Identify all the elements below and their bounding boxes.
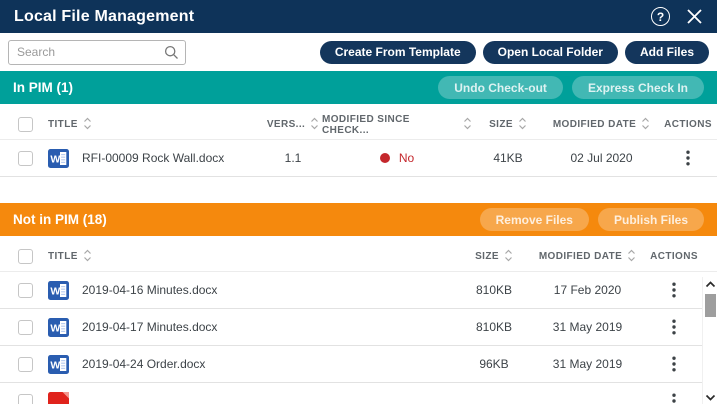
word-file-icon: W [48,281,69,300]
not-in-pim-table-header: TITLE SIZE MODIFIED DATE ACTIONS [0,242,717,272]
toolbar: Create From Template Open Local Folder A… [0,33,717,71]
kebab-menu-icon[interactable] [659,146,717,170]
word-file-icon: W [48,149,69,168]
sort-icon [83,117,92,133]
add-files-button[interactable]: Add Files [625,41,709,64]
file-size: 810KB [458,283,530,297]
select-all-checkbox[interactable] [18,249,33,264]
publish-files-button[interactable]: Publish Files [598,208,704,231]
local-file-management-dialog: Local File Management ? Create From Temp… [0,0,717,404]
undo-checkout-button[interactable]: Undo Check-out [438,76,563,99]
row-checkbox[interactable] [18,151,33,166]
file-version: 1.1 [264,151,322,165]
file-size: 41KB [472,151,544,165]
table-row: W 2019-04-16 Minutes.docx 810KB 17 Feb 2… [0,272,717,309]
svg-text:W: W [50,285,60,297]
table-row [0,383,717,404]
column-header-version[interactable]: VERS... [264,117,322,133]
table-row: W 2019-04-24 Order.docx 96KB 31 May 2019 [0,346,717,383]
help-icon[interactable]: ? [651,7,670,26]
create-from-template-button[interactable]: Create From Template [320,41,476,64]
svg-text:W: W [50,359,60,371]
pdf-file-icon [48,392,69,404]
open-local-folder-button[interactable]: Open Local Folder [483,41,618,64]
sort-icon [310,117,319,133]
modified-since-value: No [399,151,414,165]
scroll-up-button[interactable] [703,277,717,291]
search-input[interactable] [8,40,186,65]
file-modified-date: 31 May 2019 [530,320,645,334]
file-title: 2019-04-16 Minutes.docx [82,283,217,297]
word-file-icon: W [48,318,69,337]
not-in-pim-table: TITLE SIZE MODIFIED DATE ACTIONS W 2019-… [0,236,717,404]
column-header-title[interactable]: TITLE [48,249,458,265]
not-in-pim-title: Not in PIM (18) [13,212,471,227]
in-pim-section-header: In PIM (1) Undo Check-out Express Check … [0,71,717,104]
table-row: W RFI-00009 Rock Wall.docx 1.1 No 41KB 0… [0,140,717,177]
row-checkbox[interactable] [18,357,33,372]
not-in-pim-section-header: Not in PIM (18) Remove Files Publish Fil… [0,203,717,236]
row-checkbox[interactable] [18,394,33,404]
file-modified-date: 02 Jul 2020 [544,151,659,165]
dialog-titlebar: Local File Management ? [0,0,717,33]
file-size: 96KB [458,357,530,371]
kebab-menu-icon[interactable] [645,389,703,404]
column-header-title[interactable]: TITLE [48,117,264,133]
vertical-scrollbar[interactable] [702,277,717,404]
row-checkbox[interactable] [18,283,33,298]
column-header-modified-date[interactable]: MODIFIED DATE [530,249,645,265]
file-modified-date: 31 May 2019 [530,357,645,371]
scroll-down-button[interactable] [703,390,717,404]
sort-icon [504,249,513,265]
table-row: W 2019-04-17 Minutes.docx 810KB 31 May 2… [0,309,717,346]
file-size: 810KB [458,320,530,334]
kebab-menu-icon[interactable] [645,352,703,376]
status-dot [380,153,390,163]
column-header-size[interactable]: SIZE [458,249,530,265]
file-title: RFI-00009 Rock Wall.docx [82,151,224,165]
column-header-size[interactable]: SIZE [472,117,544,133]
search-icon [164,45,179,65]
file-modified-date: 17 Feb 2020 [530,283,645,297]
sort-icon [641,117,650,133]
select-all-checkbox[interactable] [18,117,33,132]
file-title: 2019-04-24 Order.docx [82,357,205,371]
close-icon[interactable] [686,8,703,25]
file-title: 2019-04-17 Minutes.docx [82,320,217,334]
word-file-icon: W [48,355,69,374]
dialog-title: Local File Management [14,8,651,26]
svg-text:W: W [50,322,60,334]
sort-icon [627,249,636,265]
in-pim-table-header: TITLE VERS... MODIFIED SINCE CHECK... SI… [0,110,717,140]
express-check-in-button[interactable]: Express Check In [572,76,704,99]
sort-icon [463,117,472,133]
column-header-modified-since[interactable]: MODIFIED SINCE CHECK... [322,114,472,136]
scrollbar-thumb[interactable] [705,294,716,317]
sort-icon [83,249,92,265]
row-checkbox[interactable] [18,320,33,335]
in-pim-table: TITLE VERS... MODIFIED SINCE CHECK... SI… [0,104,717,177]
kebab-menu-icon[interactable] [645,278,703,302]
column-header-modified-date[interactable]: MODIFIED DATE [544,117,659,133]
column-header-actions: ACTIONS [659,119,717,130]
remove-files-button[interactable]: Remove Files [480,208,589,231]
sort-icon [518,117,527,133]
svg-text:W: W [50,153,60,165]
column-header-actions: ACTIONS [645,251,703,262]
in-pim-title: In PIM (1) [13,80,429,95]
kebab-menu-icon[interactable] [645,315,703,339]
modified-since-cell: No [322,151,472,165]
